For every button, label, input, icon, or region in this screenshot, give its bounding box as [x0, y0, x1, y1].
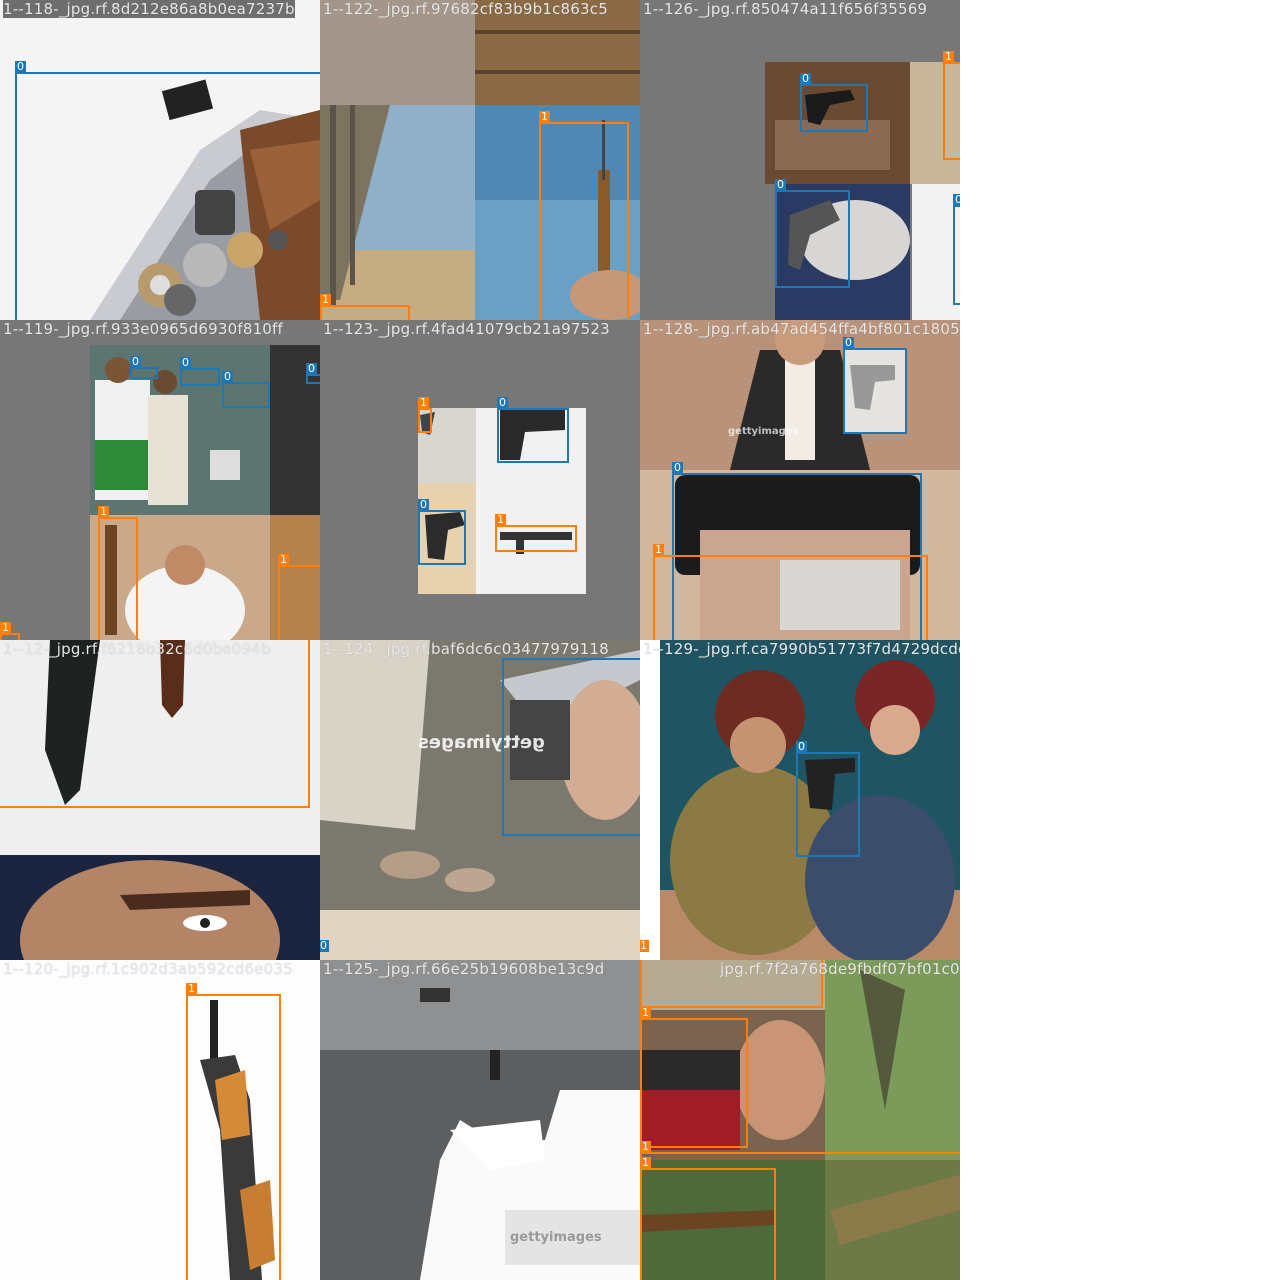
bbox-class-1: 1 [98, 506, 138, 640]
bbox-class-1: 1 [278, 554, 320, 640]
tile-filename: 1--123-_jpg.rf.4fad41079cb21a97523 [323, 320, 610, 338]
getty-watermark: gettyimages [728, 426, 799, 437]
bbox-class-0: 0 [497, 397, 569, 463]
bbox-class-label: 0 [320, 939, 329, 952]
tile-4: 0 0 0 0 1 1 1 1--119-_jpg.rf.933e0965d69… [0, 320, 320, 640]
bbox-class-label: 0 [796, 740, 807, 753]
tile-filename: 1--124-_jpg.rf.baf6dc6c03477979118 [323, 640, 609, 658]
bbox-class-1: 1 [640, 1157, 776, 1280]
bbox-class-label: 1 [186, 982, 197, 995]
bbox-class-label: 1 [943, 50, 954, 63]
bbox-class-0: 0 [796, 741, 860, 857]
tile-12: 1 1 1 1 jpg.rf.7f2a768de9fbdf07bf01c0302 [640, 960, 960, 1280]
bbox-class-label: 0 [15, 60, 26, 73]
bbox-class-label: 0 [800, 72, 811, 85]
tile-filename: 1--129-_jpg.rf.ca7990b51773f7d4729dcdd69 [643, 640, 960, 658]
bbox-class-label: 0 [497, 396, 508, 409]
bbox-class-label: 1 [0, 621, 11, 634]
tile-10: 1 1--120-_jpg.rf.1c902d3ab592cd6e035 [0, 960, 320, 1280]
bbox-class-1: 1 [653, 544, 928, 640]
bbox-class-1: 1 [495, 514, 577, 552]
bbox-class-label: 0 [418, 498, 429, 511]
bbox-class-1: 1 [0, 640, 310, 808]
bbox-class-label: 1 [640, 939, 649, 952]
tile-2: 1 1 1--122-_jpg.rf.97682cf83b9b1c863c5 [320, 0, 640, 320]
tile-6: gettyimages 0 0 1 1--128-_jpg.rf.ab47ad4… [640, 320, 960, 640]
bbox-class-0: 0 [320, 940, 332, 960]
weapons-collage-image [320, 320, 640, 640]
bbox-class-label: 0 [672, 461, 683, 474]
bbox-class-label: 0 [306, 362, 317, 375]
bbox-class-0: 0 [306, 363, 320, 384]
tile-filename: 1--12-_jpg.rf.f6218b32c6d0be094b [3, 640, 271, 658]
bbox-class-label: 0 [843, 336, 854, 349]
bbox-class-1: 1 [0, 622, 20, 640]
bbox-class-1: 1 [418, 397, 432, 433]
tile-filename: 1--125-_jpg.rf.66e25b19608be13c9d [323, 960, 605, 978]
bbox-class-label: 1 [320, 293, 331, 306]
bbox-class-label: 0 [180, 356, 191, 369]
bbox-class-label: 0 [953, 194, 960, 206]
bbox-class-label: 1 [640, 1140, 651, 1153]
getty-watermark: gettyimages [510, 1230, 602, 1245]
bbox-class-label: 0 [775, 178, 786, 191]
bbox-class-1: 1 [320, 294, 410, 320]
tile-9: 0 1 1--129-_jpg.rf.ca7990b51773f7d4729dc… [640, 640, 960, 960]
tile-filename: jpg.rf.7f2a768de9fbdf07bf01c0302 [720, 960, 960, 978]
tile-filename: 1--119-_jpg.rf.933e0965d6930f810ff [3, 320, 284, 338]
tile-filename: 1--126-_jpg.rf.850474a11f656f35569 [643, 0, 928, 18]
bbox-class-1: 1 [640, 1007, 748, 1148]
bbox-class-0: 0 [953, 194, 960, 305]
tile-1: 0 1--118-_jpg.rf.8d212e86a8b0ea7237b [0, 0, 320, 320]
bbox-class-0: 0 [180, 357, 220, 386]
tile-filename: 1--118-_jpg.rf.8d212e86a8b0ea7237b [3, 0, 295, 18]
bbox-class-1: 1 [943, 51, 960, 160]
bbox-class-0: 0 [843, 337, 907, 434]
bbox-class-1: 1 [539, 111, 629, 320]
bbox-class-0: 0 [130, 356, 158, 379]
bbox-class-label: 1 [495, 513, 506, 526]
bbox-class-label: 1 [640, 1006, 651, 1019]
bbox-class-label: 1 [640, 1156, 651, 1169]
tile-filename: 1--122-_jpg.rf.97682cf83b9b1c863c5 [323, 0, 608, 18]
bbox-class-label: 1 [418, 396, 429, 409]
bbox-class-label: 1 [539, 110, 550, 123]
bbox-class-1: 1 [640, 940, 652, 960]
tile-8: gettyimages 0 0 1--124-_jpg.rf.baf6dc6c0… [320, 640, 640, 960]
bbox-class-label: 0 [222, 370, 233, 383]
training-batch-mosaic: 0 1--118-_jpg.rf.8d212e86a8b0ea7237b 1 1… [0, 0, 960, 1280]
tile-3: 1 0 0 0 1--126-_jpg.rf.850474a11f656f355… [640, 0, 960, 320]
bbox-class-label: 1 [278, 553, 289, 566]
tile-filename: 1--120-_jpg.rf.1c902d3ab592cd6e035 [3, 960, 293, 978]
tile-filename: 1--128-_jpg.rf.ab47ad454ffa4bf801c1805d6 [643, 320, 960, 338]
tile-5: 1 0 0 1 1--123-_jpg.rf.4fad41079cb21a975… [320, 320, 640, 640]
bbox-class-0: 0 [502, 658, 640, 836]
bbox-class-0: 0 [775, 179, 850, 288]
bbox-class-label: 0 [130, 355, 141, 368]
bbox-class-0: 0 [222, 371, 270, 408]
tile-7: 1 0 1--12-_jpg.rf.f6218b32c6d0be094b [0, 640, 320, 960]
bbox-class-label: 1 [98, 505, 109, 518]
bbox-class-0: 0 [418, 499, 466, 565]
shooters-image [0, 320, 320, 640]
bbox-class-1: 1 [186, 983, 281, 1280]
bbox-class-0: 0 [15, 61, 320, 320]
tile-11: gettyimages 1--125-_jpg.rf.66e25b19608be… [320, 960, 640, 1280]
bbox-class-0: 0 [800, 73, 868, 132]
bbox-class-label: 1 [653, 543, 664, 556]
